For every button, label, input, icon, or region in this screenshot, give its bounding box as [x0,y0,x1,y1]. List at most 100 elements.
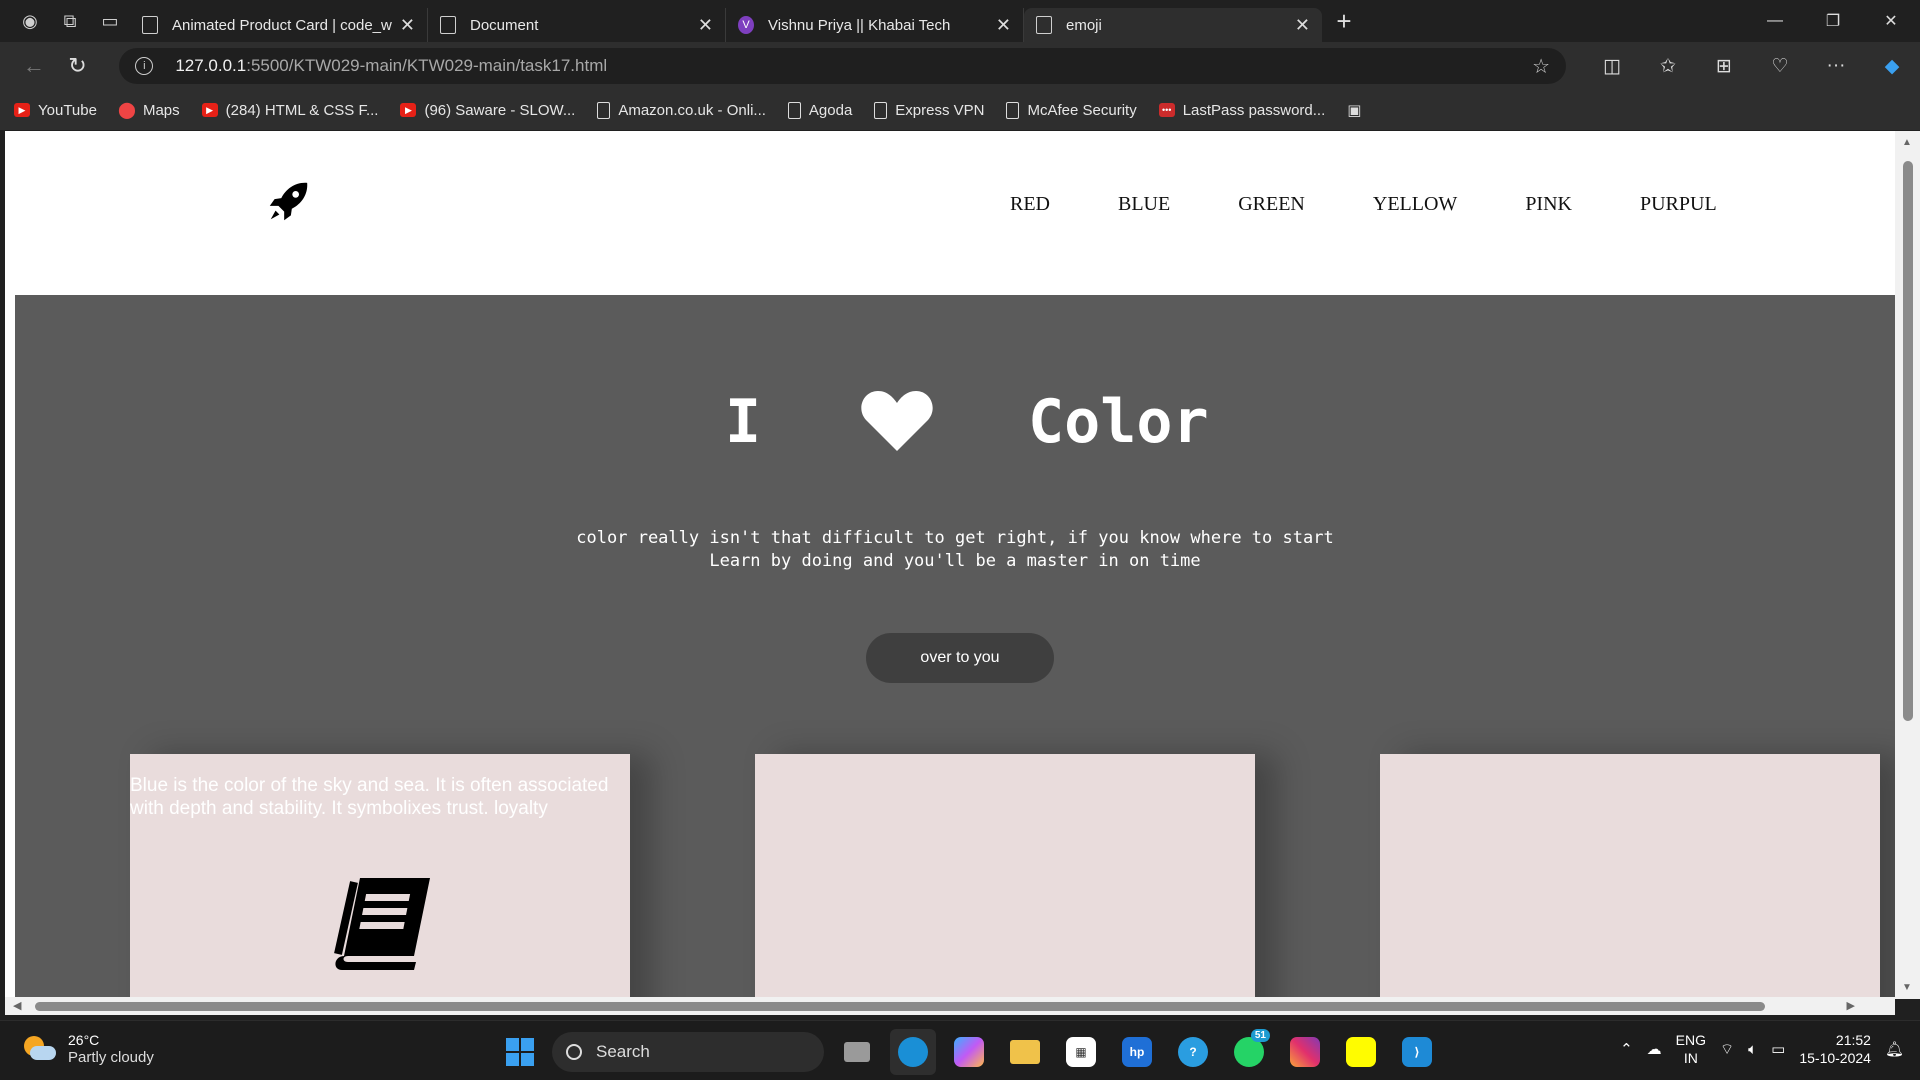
tagline-line-1: color really isn't that difficult to get… [576,528,1334,548]
rocket-icon[interactable] [265,179,311,225]
nav-red[interactable]: RED [1010,193,1050,216]
clock[interactable]: 21:52 15-10-2024 [1799,1031,1871,1067]
bookmark-maps[interactable]: ⬤ Maps [118,102,180,120]
vertical-scrollbar[interactable]: ▲ ▼ [1895,131,1920,999]
taskbar-search[interactable]: Search [552,1032,824,1072]
address-bar[interactable]: i 127.0.0.1:5500/KTW029-main/KTW029-main… [119,48,1567,84]
copilot-icon[interactable]: ◆ [1864,46,1920,86]
site-header: RED BLUE GREEN YELLOW PINK PURPUL [5,131,1895,295]
page-icon [1036,16,1052,34]
weather-widget[interactable]: 26°C Partly cloudy [22,1031,154,1067]
collections-icon[interactable]: ⊞ [1696,46,1752,86]
nav-green[interactable]: GREEN [1238,193,1305,216]
bookmark-lastpass[interactable]: ••• LastPass password... [1158,101,1326,119]
page-icon [874,101,888,119]
copilot-app-icon[interactable] [946,1029,992,1075]
wifi-icon[interactable]: ⌔ [1720,1040,1734,1059]
more-menu-icon[interactable]: ··· [1808,46,1864,86]
tab-strip: ◉ ⧉ ▭ Animated Product Card | code_wa ✕ … [0,0,1920,42]
main-nav: RED BLUE GREEN YELLOW PINK PURPUL [1010,193,1785,216]
color-card-blue[interactable]: Blue is the color of the sky and sea. It… [130,754,630,999]
nav-blue[interactable]: BLUE [1118,193,1170,216]
scroll-thumb[interactable] [1903,161,1913,721]
lastpass-icon: ••• [1158,103,1175,117]
browser-essentials-icon[interactable]: ♡ [1752,46,1808,86]
close-icon[interactable]: ✕ [1295,15,1310,36]
search-label: Search [596,1042,650,1061]
page-icon [787,101,801,119]
tab-actions-icon[interactable]: ▭ [90,0,130,42]
tab-vishnu-priya[interactable]: V Vishnu Priya || Khabai Tech ✕ [726,8,1024,42]
nav-pink[interactable]: PINK [1525,193,1572,216]
scroll-thumb[interactable] [35,1002,1765,1011]
v-avatar-icon: V [738,16,754,34]
file-explorer-icon[interactable] [1002,1029,1048,1075]
chevron-up-icon[interactable]: ⌃ [1620,1040,1633,1058]
new-tab-button[interactable]: + [1322,0,1366,42]
bookmark-express-vpn[interactable]: Express VPN [874,101,984,119]
instagram-icon[interactable] [1282,1029,1328,1075]
reload-button[interactable]: ↻ [56,46,100,86]
close-icon[interactable]: ✕ [400,15,415,36]
scroll-left-icon[interactable]: ◀ [13,999,21,1012]
temperature: 26°C [68,1032,100,1048]
color-card[interactable] [1380,754,1880,999]
bookmark-mcafee[interactable]: McAfee Security [1006,101,1137,119]
page-icon [440,16,456,34]
close-window-icon[interactable]: ✕ [1862,0,1920,42]
bookmark-amazon[interactable]: Amazon.co.uk - Onli... [597,101,766,119]
site-info-icon[interactable]: i [135,57,154,75]
language-indicator[interactable]: ENG IN [1676,1031,1706,1067]
hero-title: I Color [15,387,1895,457]
close-icon[interactable]: ✕ [996,15,1011,36]
profile-icon[interactable]: ◉ [10,0,50,42]
over-to-you-button[interactable]: over to you [866,633,1054,683]
page-icon [1006,101,1020,119]
bookmark-label: LastPass password... [1182,101,1326,119]
split-screen-icon[interactable]: ◫ [1584,46,1640,86]
workspaces-icon[interactable]: ⧉ [50,0,90,42]
address-toolbar: ← ↻ i 127.0.0.1:5500/KTW029-main/KTW029-… [0,42,1920,90]
task-view-icon[interactable] [834,1029,880,1075]
card-text [755,754,1255,774]
close-icon[interactable]: ✕ [698,15,713,36]
favorite-star-icon[interactable]: ☆ [1532,54,1550,79]
help-icon[interactable]: ? [1170,1029,1216,1075]
notification-bell-icon[interactable]: 🔔︎ [1885,1040,1904,1058]
onedrive-icon[interactable]: ☁ [1647,1040,1662,1058]
restore-icon[interactable]: ❐ [1804,0,1862,42]
microsoft-store-icon[interactable]: ▦ [1058,1029,1104,1075]
tab-emoji[interactable]: emoji ✕ [1024,8,1322,42]
youtube-icon: ▶ [400,103,417,117]
snapchat-icon[interactable] [1338,1029,1384,1075]
bookmark-saware[interactable]: ▶ (96) Saware - SLOW... [400,102,575,119]
scroll-right-icon[interactable]: ▶ [1847,999,1855,1012]
bookmark-youtube[interactable]: ▶ YouTube [14,102,97,119]
nav-yellow[interactable]: YELLOW [1373,193,1457,216]
bookmark-agoda[interactable]: Agoda [787,101,852,119]
favorites-icon[interactable]: ✩ [1640,46,1696,86]
scroll-down-icon[interactable]: ▼ [1902,982,1912,993]
edge-icon[interactable] [890,1029,936,1075]
page-icon [142,16,158,34]
start-button[interactable] [498,1030,542,1074]
tab-animated-product-card[interactable]: Animated Product Card | code_wa ✕ [130,8,428,42]
page-viewport: RED BLUE GREEN YELLOW PINK PURPUL I Colo… [5,131,1895,999]
bookmark-label: Amazon.co.uk - Onli... [618,101,766,119]
scroll-up-icon[interactable]: ▲ [1902,137,1912,148]
myhp-icon[interactable]: hp [1114,1029,1160,1075]
vscode-icon[interactable]: ⟩ [1394,1029,1440,1075]
horizontal-scrollbar[interactable]: ◀ ▶ [5,997,1895,1015]
nav-purpul[interactable]: PURPUL [1640,193,1717,216]
tab-document[interactable]: Document ✕ [428,8,726,42]
bookmark-html-css[interactable]: ▶ (284) HTML & CSS F... [201,102,378,119]
bookmarks-folder-icon[interactable]: ▣ [1347,101,1361,119]
page-icon [597,101,611,119]
back-button[interactable]: ← [12,46,56,86]
volume-icon[interactable]: 🔈︎ [1748,1041,1757,1058]
whatsapp-icon[interactable]: 51 [1226,1029,1272,1075]
color-card[interactable] [755,754,1255,999]
minimize-icon[interactable]: — [1746,0,1804,42]
url-path: :5500/KTW029-main/KTW029-main/task17.htm… [246,56,608,75]
battery-icon[interactable]: ▭ [1771,1040,1785,1058]
